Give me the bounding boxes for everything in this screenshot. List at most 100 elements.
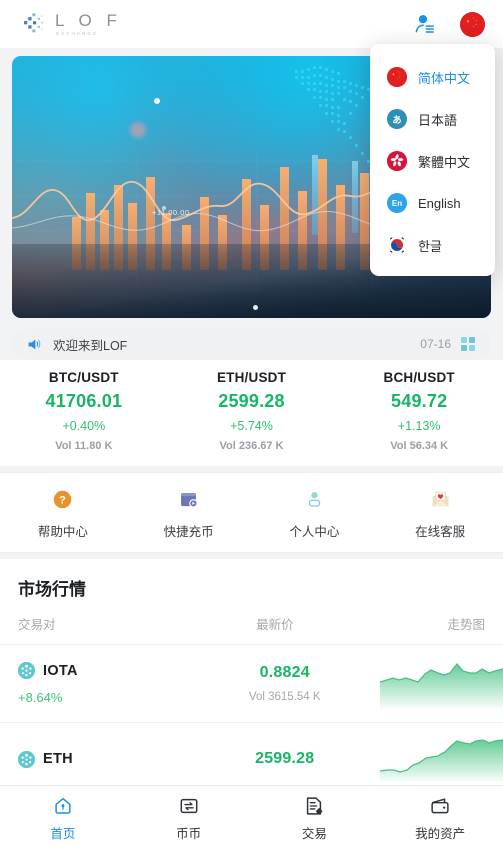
ticker-item[interactable]: BCH/USDT 549.72 +1.13% Vol 56.34 K	[335, 370, 503, 452]
table-row[interactable]: IOTA +8.64% 0.8824 Vol 3615.54 K	[0, 645, 503, 723]
ticker-change: +0.40%	[62, 419, 106, 433]
question-circle-icon: ?	[51, 487, 75, 511]
quick-action-label: 帮助中心	[37, 525, 88, 539]
market-row-trend-cell	[367, 660, 503, 708]
notice-text: 欢迎来到LOF	[53, 338, 128, 353]
ticker-volume: Vol 236.67 K	[219, 440, 284, 452]
column-header-pair: 交易对	[18, 618, 56, 632]
ticker-change: +5.74%	[230, 419, 273, 433]
market-section: 市场行情 交易对 最新价 走势图 IOTA +8.64% 0.8824 Vol …	[0, 559, 503, 790]
language-label: English	[418, 195, 461, 211]
notice-bar[interactable]: 欢迎来到LOF 07-16	[12, 328, 491, 360]
ticker-pair: ETH/USDT	[216, 370, 287, 385]
ticker-row: BTC/USDT 41706.01 +0.40% Vol 11.80 K ETH…	[0, 360, 503, 466]
ticker-item[interactable]: ETH/USDT 2599.28 +5.74% Vol 236.67 K	[168, 370, 336, 452]
language-option-simplified-chinese[interactable]: 简体中文	[370, 56, 495, 98]
mail-heart-icon	[428, 487, 452, 511]
ticker-pair: BCH/USDT	[383, 370, 455, 385]
tab-home[interactable]: 首页	[0, 794, 126, 842]
banner-value-label: +11,00.00	[152, 208, 190, 217]
column-header-price: 最新价	[256, 618, 294, 632]
brand-logo[interactable]: L O F EXCHANGE	[22, 11, 122, 37]
language-option-korean[interactable]: 한글	[370, 224, 495, 266]
grid-icon[interactable]	[461, 337, 475, 351]
english-badge-icon: En	[387, 193, 407, 213]
market-symbol: ETH	[43, 751, 73, 767]
market-row-symbol-cell: ETH	[18, 750, 202, 768]
sparkline-chart	[380, 739, 503, 781]
notice-section: 欢迎来到LOF 07-16	[0, 318, 503, 360]
market-symbol: IOTA	[43, 662, 78, 679]
ticker-price: 2599.28	[218, 391, 285, 411]
market-row-trend-cell	[367, 737, 503, 781]
sparkline-chart	[380, 662, 503, 708]
quick-action-personal-center[interactable]: 个人中心	[252, 487, 378, 540]
quick-action-label: 个人中心	[289, 525, 340, 539]
logo-mark-icon	[22, 11, 48, 37]
logo-subtitle: EXCHANGE	[56, 30, 99, 36]
market-price: 2599.28	[255, 750, 315, 767]
app-root: L O F EXCHANGE +11,00.00 欢迎来到LOF 07-16 B…	[0, 0, 503, 849]
ticker-volume: Vol 11.80 K	[55, 440, 113, 452]
iota-coin-icon	[18, 662, 35, 679]
person-icon	[302, 487, 326, 511]
header-actions	[412, 11, 485, 37]
quick-action-deposit[interactable]: 快捷充币	[126, 487, 252, 540]
ticker-pair: BTC/USDT	[48, 370, 119, 385]
china-flag-icon	[387, 67, 407, 87]
tab-label: 我的资产	[415, 826, 466, 841]
user-list-icon[interactable]	[412, 11, 438, 37]
japan-kana-icon: あ	[387, 109, 407, 129]
order-icon	[302, 794, 326, 818]
ticker-price: 41706.01	[45, 391, 123, 411]
logo-title: L O F	[55, 10, 122, 30]
language-option-english[interactable]: En English	[370, 182, 495, 224]
home-icon	[51, 794, 75, 818]
tab-label: 首页	[50, 826, 76, 841]
app-header: L O F EXCHANGE	[0, 0, 503, 48]
market-title: 市场行情	[18, 580, 86, 599]
quick-action-label: 在线客服	[415, 525, 466, 539]
language-label: 日本語	[418, 112, 458, 128]
language-option-japanese[interactable]: あ 日本語	[370, 98, 495, 140]
ticker-price: 549.72	[391, 391, 448, 411]
swap-icon	[177, 794, 201, 818]
market-row-price-cell: 0.8824 Vol 3615.54 K	[202, 664, 367, 703]
banner-dot-small	[253, 305, 258, 310]
bottom-tab-bar: 首页 币币 交易 我的资产	[0, 785, 503, 849]
tab-my-assets[interactable]: 我的资产	[377, 794, 503, 842]
quick-actions-row: ? 帮助中心 快捷充币 个人中心 在线客服	[0, 472, 503, 553]
language-dropdown-menu[interactable]: 简体中文 あ 日本語 繁體中文 En English 한글	[370, 44, 495, 276]
market-change: +8.64%	[18, 690, 63, 705]
tab-trade[interactable]: 交易	[252, 794, 378, 842]
table-row[interactable]: ETH 2599.28	[0, 723, 503, 790]
deposit-card-icon	[177, 487, 201, 511]
market-volume: Vol 3615.54 K	[248, 691, 321, 703]
china-flag-icon[interactable]	[460, 11, 485, 37]
wallet-icon	[428, 794, 452, 818]
market-price: 0.8824	[259, 664, 310, 681]
market-row-price-cell: 2599.28	[202, 750, 367, 768]
quick-action-label: 快捷充币	[163, 525, 214, 539]
market-symbol-wrap: ETH	[18, 750, 202, 768]
ticker-item[interactable]: BTC/USDT 41706.01 +0.40% Vol 11.80 K	[0, 370, 168, 452]
column-header-trend: 走势图	[447, 618, 485, 632]
language-option-traditional-chinese[interactable]: 繁體中文	[370, 140, 495, 182]
notice-date: 07-16	[420, 337, 451, 351]
tab-label: 币币	[176, 826, 202, 841]
quick-action-help-center[interactable]: ? 帮助中心	[0, 487, 126, 540]
ticker-volume: Vol 56.34 K	[390, 440, 449, 452]
brand-text: L O F EXCHANGE	[55, 12, 122, 37]
tab-coin-trade[interactable]: 币币	[126, 794, 252, 842]
ticker-change: +1.13%	[397, 419, 441, 433]
market-column-headers: 交易对 最新价 走势图	[0, 614, 503, 645]
tab-label: 交易	[301, 826, 327, 841]
language-label: 简体中文	[418, 70, 471, 86]
eth-coin-icon	[18, 750, 35, 768]
svg-text:?: ?	[60, 494, 67, 506]
english-badge-text: En	[391, 198, 403, 208]
language-label: 繁體中文	[418, 154, 471, 170]
banner-dot-large	[154, 98, 160, 104]
japan-kana-char: あ	[392, 114, 402, 125]
quick-action-online-support[interactable]: 在线客服	[377, 487, 503, 540]
